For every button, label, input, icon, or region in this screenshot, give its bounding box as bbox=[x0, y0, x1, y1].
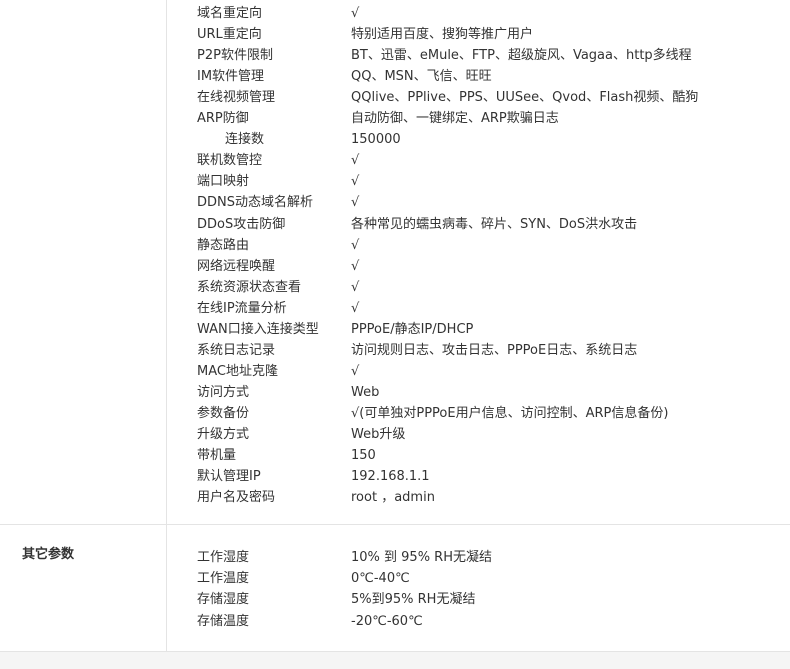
spec-value: PPPoE/静态IP/DHCP bbox=[351, 321, 474, 337]
bottom-band bbox=[0, 652, 790, 669]
spec-row: ARP防御 自动防御、一键绑定、ARP欺骗日志 bbox=[0, 108, 790, 129]
spec-label: P2P软件限制 bbox=[197, 48, 273, 64]
spec-value: QQlive、PPlive、PPS、UUSee、Qvod、Flash视频、酷狗 bbox=[351, 90, 699, 106]
spec-label: 工作湿度 bbox=[197, 550, 250, 565]
spec-row: 带机量 150 bbox=[0, 445, 790, 466]
spec-value: √ bbox=[351, 300, 360, 316]
spec-label: 默认管理IP bbox=[197, 469, 261, 485]
spec-label: MAC地址克隆 bbox=[197, 363, 278, 379]
spec-label: WAN口接入连接类型 bbox=[197, 321, 319, 337]
spec-row: 在线IP流量分析 √ bbox=[0, 298, 790, 319]
spec-value: QQ、MSN、飞信、旺旺 bbox=[351, 69, 492, 85]
spec-row: URL重定向 特别适用百度、搜狗等推广用户 bbox=[0, 24, 790, 45]
spec-label: 连接数 bbox=[225, 132, 265, 148]
spec-label: DDoS攻击防御 bbox=[197, 216, 286, 232]
spec-value: √ bbox=[351, 279, 360, 295]
spec-label: 联机数管控 bbox=[197, 153, 263, 169]
spec-row: 访问方式 Web bbox=[0, 382, 790, 403]
spec-value: 150000 bbox=[351, 132, 401, 148]
spec-row: 升级方式 Web升级 bbox=[0, 424, 790, 445]
spec-value: 自动防御、一键绑定、ARP欺骗日志 bbox=[351, 111, 559, 127]
spec-label: 存储湿度 bbox=[197, 592, 250, 608]
spec-value: 150 bbox=[351, 448, 376, 464]
spec-label: 存储温度 bbox=[197, 613, 250, 629]
spec-row: 存储温度 -20℃-60℃ bbox=[0, 611, 790, 632]
spec-label: 工作温度 bbox=[197, 571, 250, 587]
spec-row: MAC地址克隆 √ bbox=[0, 361, 790, 382]
spec-value: Web升级 bbox=[351, 427, 406, 442]
spec-row: IM软件管理 QQ、MSN、飞信、旺旺 bbox=[0, 66, 790, 87]
spec-value: 0℃-40℃ bbox=[351, 571, 410, 587]
spec-value: √ bbox=[351, 195, 360, 211]
spec-label: 访问方式 bbox=[197, 384, 250, 400]
spec-value: √(可单独对PPPoE用户信息、访问控制、ARP信息备份) bbox=[351, 405, 669, 421]
spec-row: 域名重定向 √ bbox=[0, 3, 790, 24]
spec-value: √ bbox=[351, 237, 360, 253]
spec-row: WAN口接入连接类型 PPPoE/静态IP/DHCP bbox=[0, 319, 790, 340]
spec-row: DDoS攻击防御 各种常见的蠕虫病毒、碎片、SYN、DoS洪水攻击 bbox=[0, 214, 790, 235]
spec-table: 其它参数 域名重定向 √ URL重定向 特别适用百度、搜狗等推广用户 P2P软件限制 BT… bbox=[0, 0, 790, 669]
spec-value: √ bbox=[351, 174, 360, 190]
spec-label: 静态路由 bbox=[197, 237, 250, 253]
spec-row: 工作湿度 10% 到 95% RH无凝结 bbox=[0, 547, 790, 568]
spec-row: 默认管理IP 192.168.1.1 bbox=[0, 466, 790, 487]
spec-row: 连接数 150000 bbox=[0, 129, 790, 150]
spec-label: 升级方式 bbox=[197, 427, 250, 442]
spec-value: 各种常见的蠕虫病毒、碎片、SYN、DoS洪水攻击 bbox=[351, 216, 638, 232]
spec-value: 5%到95% RH无凝结 bbox=[351, 592, 476, 608]
spec-label: DDNS动态域名解析 bbox=[197, 195, 313, 211]
section-divider bbox=[0, 524, 790, 525]
spec-label: 系统资源状态查看 bbox=[197, 279, 302, 295]
spec-value: √ bbox=[351, 6, 360, 21]
spec-label: 域名重定向 bbox=[197, 6, 263, 21]
spec-value: 特别适用百度、搜狗等推广用户 bbox=[351, 27, 534, 43]
spec-value: √ bbox=[351, 363, 360, 379]
spec-label: IM软件管理 bbox=[197, 69, 265, 85]
spec-label: 在线IP流量分析 bbox=[197, 300, 287, 316]
spec-row: DDNS动态域名解析 √ bbox=[0, 192, 790, 213]
spec-label: 在线视频管理 bbox=[197, 90, 276, 106]
spec-row: 参数备份 √(可单独对PPPoE用户信息、访问控制、ARP信息备份) bbox=[0, 403, 790, 424]
spec-row: 工作温度 0℃-40℃ bbox=[0, 568, 790, 589]
spec-value: 192.168.1.1 bbox=[351, 469, 430, 485]
spec-label: 带机量 bbox=[197, 448, 237, 464]
spec-row: 网络远程唤醒 √ bbox=[0, 256, 790, 277]
spec-row: 端口映射 √ bbox=[0, 171, 790, 192]
spec-label: 用户名及密码 bbox=[197, 490, 276, 506]
spec-value: root ，admin bbox=[351, 490, 435, 506]
spec-row: P2P软件限制 BT、迅雷、eMule、FTP、超级旋风、Vagaa、http多线… bbox=[0, 45, 790, 66]
spec-label: URL重定向 bbox=[197, 27, 262, 43]
spec-row: 静态路由 √ bbox=[0, 235, 790, 256]
spec-row: 系统资源状态查看 √ bbox=[0, 277, 790, 298]
spec-value: Web bbox=[351, 384, 380, 400]
spec-row: 用户名及密码 root ，admin bbox=[0, 487, 790, 508]
spec-row: 在线视频管理 QQlive、PPlive、PPS、UUSee、Qvod、Flash… bbox=[0, 87, 790, 108]
spec-value: √ bbox=[351, 258, 360, 274]
spec-value: √ bbox=[351, 153, 360, 169]
spec-label: 网络远程唤醒 bbox=[197, 258, 276, 274]
spec-label: 参数备份 bbox=[197, 405, 250, 421]
spec-label: 端口映射 bbox=[197, 174, 250, 190]
spec-label: ARP防御 bbox=[197, 111, 249, 127]
spec-value: BT、迅雷、eMule、FTP、超级旋风、Vagaa、http多线程 bbox=[351, 48, 692, 64]
spec-label: 系统日志记录 bbox=[197, 342, 276, 358]
spec-value: 10% 到 95% RH无凝结 bbox=[351, 550, 492, 565]
spec-row: 存储湿度 5%到95% RH无凝结 bbox=[0, 589, 790, 610]
spec-value: 访问规则日志、攻击日志、PPPoE日志、系统日志 bbox=[351, 342, 638, 358]
spec-row: 联机数管控 √ bbox=[0, 150, 790, 171]
spec-row: 系统日志记录 访问规则日志、攻击日志、PPPoE日志、系统日志 bbox=[0, 340, 790, 361]
spec-value: -20℃-60℃ bbox=[351, 613, 423, 629]
